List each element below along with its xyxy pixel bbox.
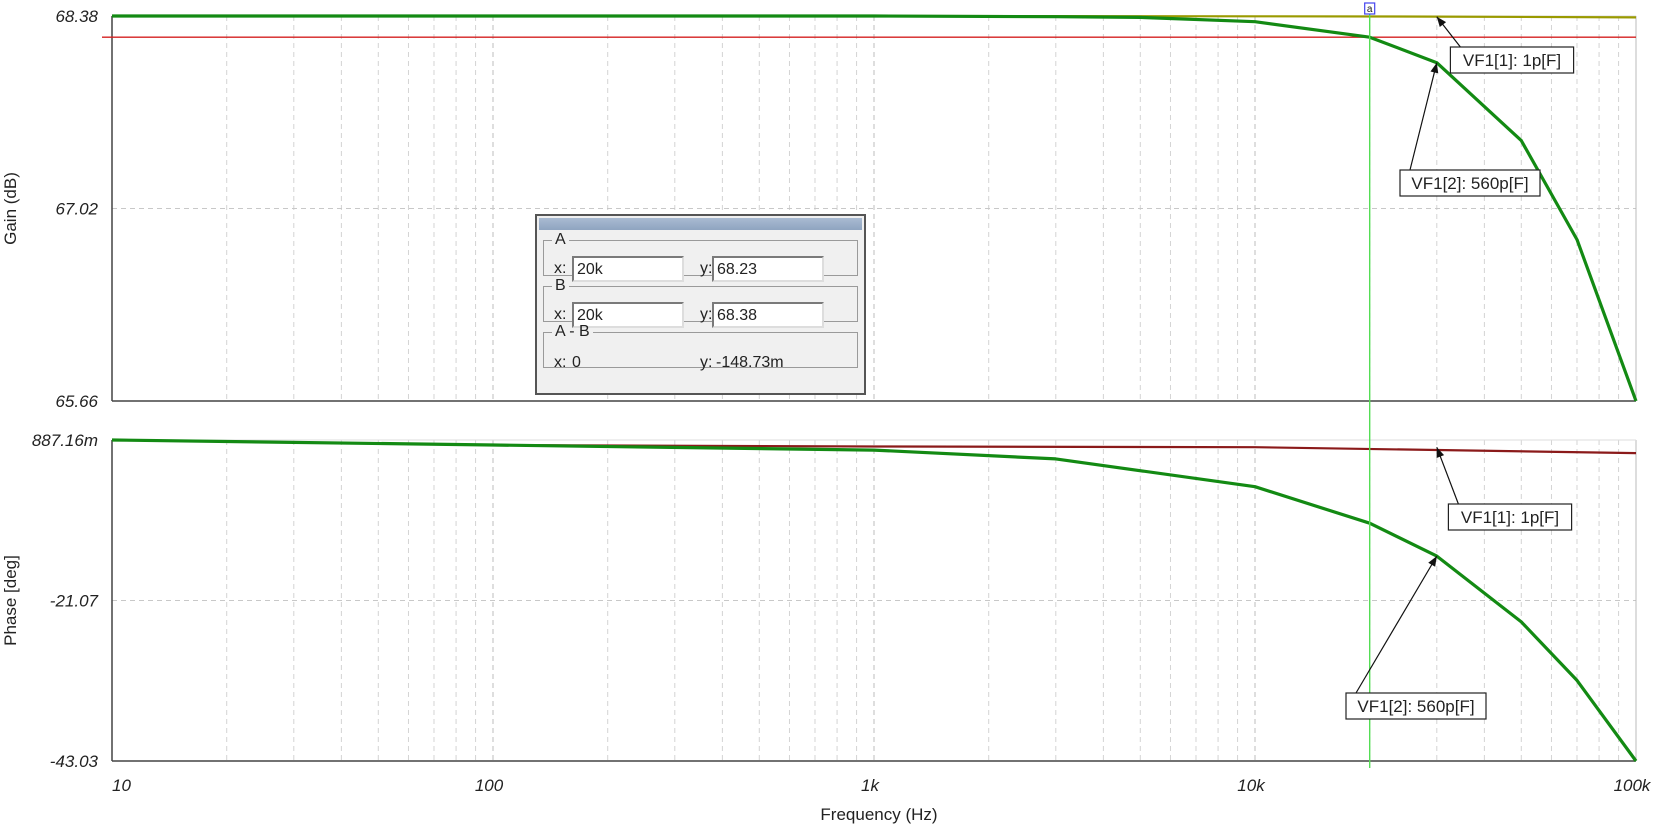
callout-label: VF1[1]: 1p[F] [1463, 51, 1561, 70]
series-lines: a [102, 2, 1638, 768]
x-tick-label: 100k [1614, 776, 1652, 795]
y-tick-label: 65.66 [55, 392, 98, 411]
cursor-handle-label: a [1367, 4, 1373, 15]
x-tick-label: 100 [475, 776, 504, 795]
cursor-a-x-label: x: [554, 260, 567, 277]
cursor-a-y-label: y: [700, 260, 713, 277]
y-tick-label: 67.02 [55, 200, 98, 219]
grid [112, 16, 1636, 761]
cursor-b-y-field[interactable]: 68.38 [712, 302, 824, 328]
cursor-a-y-field[interactable]: 68.23 [712, 256, 824, 282]
x-axis-title: Frequency (Hz) [820, 805, 937, 824]
x-tick-label: 1k [861, 776, 880, 795]
cursor-a-group: A x: 20k y: 68.23 [543, 231, 858, 282]
cursor-diff-y-value: -148.73m [716, 354, 784, 371]
callout-label: VF1[1]: 1p[F] [1461, 508, 1559, 527]
x-tick-label: 10 [112, 776, 131, 795]
cursor-b-y-label: y: [700, 306, 713, 323]
callout-arrowhead [1436, 447, 1445, 458]
y-tick-label: 68.38 [55, 7, 98, 26]
y-axis-title: Gain (dB) [1, 172, 20, 245]
cursor-a-legend: A [555, 231, 566, 248]
y-tick-label: -43.03 [50, 752, 99, 771]
bode-plot: a VF1[1]: 1p[F]VF1[2]: 560p[F]VF1[1]: 1p… [1, 2, 1652, 824]
cursor-a-x-field[interactable]: 20k [572, 256, 684, 282]
x-tick-label: 10k [1237, 776, 1266, 795]
callout-arrowhead [1428, 556, 1437, 567]
y-tick-label: 887.16m [32, 431, 98, 450]
callout-arrowhead [1436, 16, 1447, 28]
cursor-diff-x-label: x: [554, 354, 567, 371]
callout-label: VF1[2]: 560p[F] [1411, 174, 1528, 193]
cursor-diff-y-label: y: [700, 354, 713, 371]
callout-arrow [1355, 555, 1438, 694]
callout-arrow [1409, 62, 1438, 171]
y-tick-label: -21.07 [50, 592, 99, 611]
cursor-window-titlebar[interactable] [539, 218, 862, 230]
callout-label: VF1[2]: 560p[F] [1357, 697, 1474, 716]
cursor-diff-legend: A - B [555, 323, 590, 340]
annotations: VF1[1]: 1p[F] VF1[2]: 560p[F] VF1[1]: 1p[F… [1345, 16, 1575, 720]
cursor-b-legend: B [555, 277, 566, 294]
cursor-diff-x-value: 0 [572, 354, 581, 371]
cursor-diff-group: A - B x: 0 y: -148.73m [543, 323, 858, 371]
cursor-b-x-label: x: [554, 306, 567, 323]
cursor-b-group: B x: 20k y: 68.38 [543, 277, 858, 328]
y-axis-title: Phase [deg] [1, 555, 20, 646]
cursor-readout-window[interactable]: A x: 20k y: 68.23 B x: 20k y: 68.38 A - … [535, 214, 866, 395]
